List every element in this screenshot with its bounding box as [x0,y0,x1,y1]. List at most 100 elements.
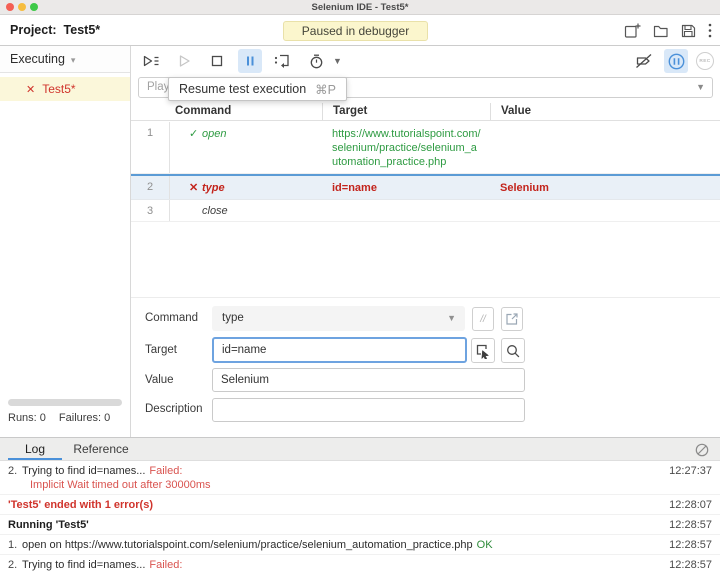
disable-breakpoints-button[interactable] [632,49,656,73]
test-progress-bar [8,399,122,406]
search-target-icon[interactable] [501,338,525,363]
log-entry-text: Trying to find id=names... [22,465,146,477]
runs-count: Runs: 0 [8,412,46,424]
chevron-down-icon: ▾ [70,55,76,65]
test-speed-button[interactable] [304,49,328,73]
log-entry-timestamp: 12:28:07 [669,499,712,511]
column-header-command: Command [175,105,232,117]
command-cell: ✕ type [170,176,322,199]
log-entry-timestamp: 12:28:57 [669,519,712,531]
sidebar-test-item[interactable]: ✕ Test5* [0,77,130,101]
tests-dropdown[interactable]: Executing ▾ [0,46,130,73]
save-project-icon[interactable] [680,23,697,39]
log-entry-status: OK [476,539,493,551]
target-cell [322,200,490,221]
target-field-label: Target [145,344,177,356]
pause-on-exceptions-button[interactable] [664,49,688,73]
row-number: 3 [131,200,170,221]
test-sidebar: Executing ▾ ✕ Test5* Runs: 0 Failures: 0 [0,46,131,437]
log-entry-number: 2. [8,559,18,571]
log-entry-number: 2. [8,465,18,477]
value-cell [490,122,720,173]
log-entry-text: Running 'Test5' [8,519,89,531]
command-select-caret: ▼ [447,313,456,323]
playback-toolbar: ▼ REC [131,46,720,76]
record-button[interactable]: REC [696,52,714,70]
macos-titlebar: Selenium IDE - Test5* [0,0,720,15]
log-entry: 'Test5' ended with 1 error(s) 12:28:07 [0,495,720,515]
command-field-label: Command [145,312,199,324]
run-current-test-button[interactable] [172,49,196,73]
log-entry-timestamp: 12:27:37 [669,465,712,477]
target-input[interactable] [212,337,467,363]
test-name: Test5* [42,82,76,96]
command-row[interactable]: 3 close [131,200,720,222]
command-text: open [202,128,227,140]
new-project-icon[interactable] [623,22,641,39]
project-label: Project: [10,23,57,37]
clear-log-icon[interactable] [695,443,709,457]
stop-button[interactable] [205,49,229,73]
value-input[interactable] [212,368,525,392]
tooltip-text: Resume test execution [179,82,307,96]
app-header: Project: Test5* Paused in debugger [0,15,720,46]
select-target-in-page-button[interactable] [471,338,495,363]
description-input[interactable] [212,398,525,422]
value-cell [490,200,720,221]
tests-dropdown-label: Executing [10,52,65,66]
row-number: 1 [131,122,170,173]
paused-in-debugger-badge: Paused in debugger [283,21,428,41]
target-cell: https://www.tutorialspoint.com/selenium/… [332,128,481,168]
test-failed-icon: ✕ [26,84,36,96]
command-text: close [202,205,228,217]
command-row[interactable]: 1 ✓ open https://www.tutorialspoint.com/s… [131,122,720,174]
log-entry: Running 'Test5' 12:28:57 [0,515,720,535]
command-cell: ✓ open [170,122,322,173]
log-entry-timestamp: 12:28:57 [669,539,712,551]
open-in-new-window-icon[interactable] [501,307,523,331]
failures-count: Failures: 0 [58,412,111,424]
tab-log[interactable]: Log [8,438,62,460]
step-over-button[interactable] [271,49,295,73]
open-project-icon[interactable] [652,23,669,39]
log-entry-status: Failed: [149,465,183,477]
command-select-value: type [222,312,244,324]
window-title: Selenium IDE - Test5* [311,2,409,13]
tab-reference[interactable]: Reference [70,438,132,460]
more-menu-icon[interactable] [708,23,712,38]
toggle-comment-button[interactable]: // [472,307,494,331]
log-panel: Log Reference 2. Trying to find id=names.… [0,437,720,573]
command-cell: close [170,200,322,221]
log-entry-text: open on https://www.tutorialspoint.com/s… [22,539,473,551]
project-title: Project: Test5* [10,23,100,37]
log-entry: 1. open on https://www.tutorialspoint.com… [0,535,720,555]
log-entries: 2. Trying to find id=names... Failed: Impl… [0,461,720,573]
log-entry-status: Failed: [149,559,183,571]
command-select[interactable]: type ▼ [212,306,465,331]
log-entry-text: Trying to find id=names... [22,559,146,571]
row-number: 2 [131,176,170,199]
speed-dropdown-caret[interactable]: ▼ [333,56,342,66]
log-entry: 2.Trying to find id=names...Failed: Impl… [0,555,720,573]
url-dropdown-caret[interactable]: ▼ [696,78,705,97]
target-cell: id=name [332,182,377,194]
command-table-rows: 1 ✓ open https://www.tutorialspoint.com/s… [131,122,720,222]
log-entry-text: 'Test5' ended with 1 error(s) [8,499,154,511]
project-name: Test5* [63,23,101,37]
column-header-value: Value [490,103,720,120]
log-entry-detail: Implicit Wait timed out after 30000ms [30,479,211,491]
run-all-tests-button[interactable] [139,49,163,73]
description-field-label: Description [145,403,203,415]
command-row[interactable]: 2 ✕ type id=name Selenium [131,174,720,200]
tooltip-shortcut: ⌘P [315,82,336,97]
row-status-icon: ✓ [189,128,199,140]
value-cell: Selenium [500,182,549,194]
column-header-target: Target [322,103,490,120]
main-panel: ▼ REC Playback base URL ▼ Resume test ex… [131,46,720,437]
log-tab-bar: Log Reference [0,437,720,461]
row-status-icon: ✕ [189,182,199,194]
log-entry-number: 1. [8,539,18,551]
pause-button[interactable] [238,49,262,73]
value-field-label: Value [145,374,174,386]
command-text: type [202,182,225,194]
